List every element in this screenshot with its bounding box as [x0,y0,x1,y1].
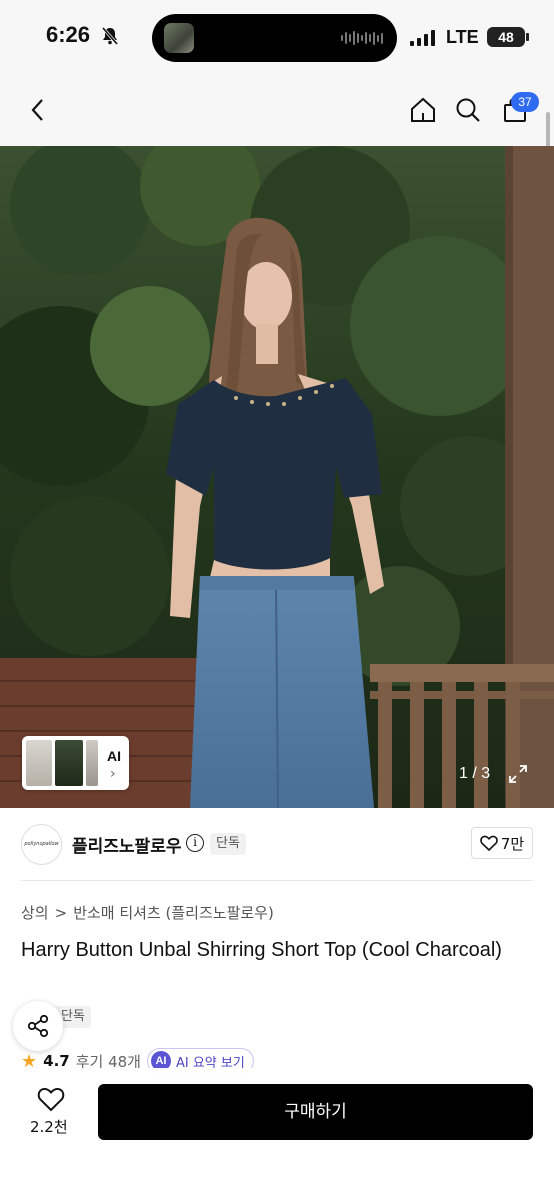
bell-slash-icon [101,27,119,45]
ai-styling-card[interactable]: AI › [22,736,129,790]
buy-button[interactable]: 구매하기 [98,1084,533,1140]
share-button[interactable] [13,1001,63,1051]
network-type: LTE [446,27,479,47]
brand-name[interactable]: 플리즈노팔로우 [72,832,181,857]
expand-arrows-icon[interactable] [507,763,529,785]
brand-like-count: 7만 [500,834,525,853]
dynamic-island[interactable] [152,14,397,62]
breadcrumb-separator: > [54,903,68,922]
product-photo [0,146,554,808]
status-bar: 6:26 LTE 48 [0,0,554,78]
ai-label: AI [107,748,121,764]
audio-waveform-icon [341,30,383,46]
back-button[interactable] [20,92,56,128]
brand-like-button[interactable]: 7만 [471,827,533,859]
wishlist-count: 2.2천 [30,1118,68,1136]
thumbnail-image [86,740,98,786]
breadcrumb: 상의 > 반소매 티셔츠 (플리즈노팔로우) [21,902,274,923]
chevron-right-icon: › [110,766,116,782]
brand-logo[interactable]: pollynopallow [21,824,62,865]
top-navigation [0,78,554,146]
home-icon [411,97,435,122]
exclusive-badge: 단독 [210,833,246,855]
divider [21,880,533,881]
breadcrumb-subcategory[interactable]: 반소매 티셔츠 (플리즈노팔로우) [73,902,274,923]
battery-icon: 48 [487,27,525,47]
home-button[interactable] [405,92,441,128]
search-icon [456,98,480,122]
breadcrumb-category[interactable]: 상의 [21,902,49,923]
signal-icon [410,30,435,46]
info-icon[interactable]: i [186,834,204,852]
battery-level: 48 [498,29,514,45]
cart-count-badge: 37 [511,92,539,112]
product-title: Harry Button Unbal Shirring Short Top (C… [21,939,502,961]
heart-icon[interactable] [37,1085,65,1113]
product-image-carousel[interactable] [0,146,554,808]
scrollbar[interactable] [546,112,550,150]
thumbnail-image [55,740,83,786]
back-chevron-icon [31,99,43,121]
search-button[interactable] [450,92,486,128]
image-page-indicator: 1 / 3 [459,765,491,782]
thumbnail-image [26,740,52,786]
now-playing-thumbnail [164,23,194,53]
heart-icon [480,835,498,851]
share-icon [27,1014,49,1038]
status-time: 6:26 [46,22,91,47]
brand-logo-text: pollynopallow [24,841,59,847]
battery-cap [526,33,529,41]
